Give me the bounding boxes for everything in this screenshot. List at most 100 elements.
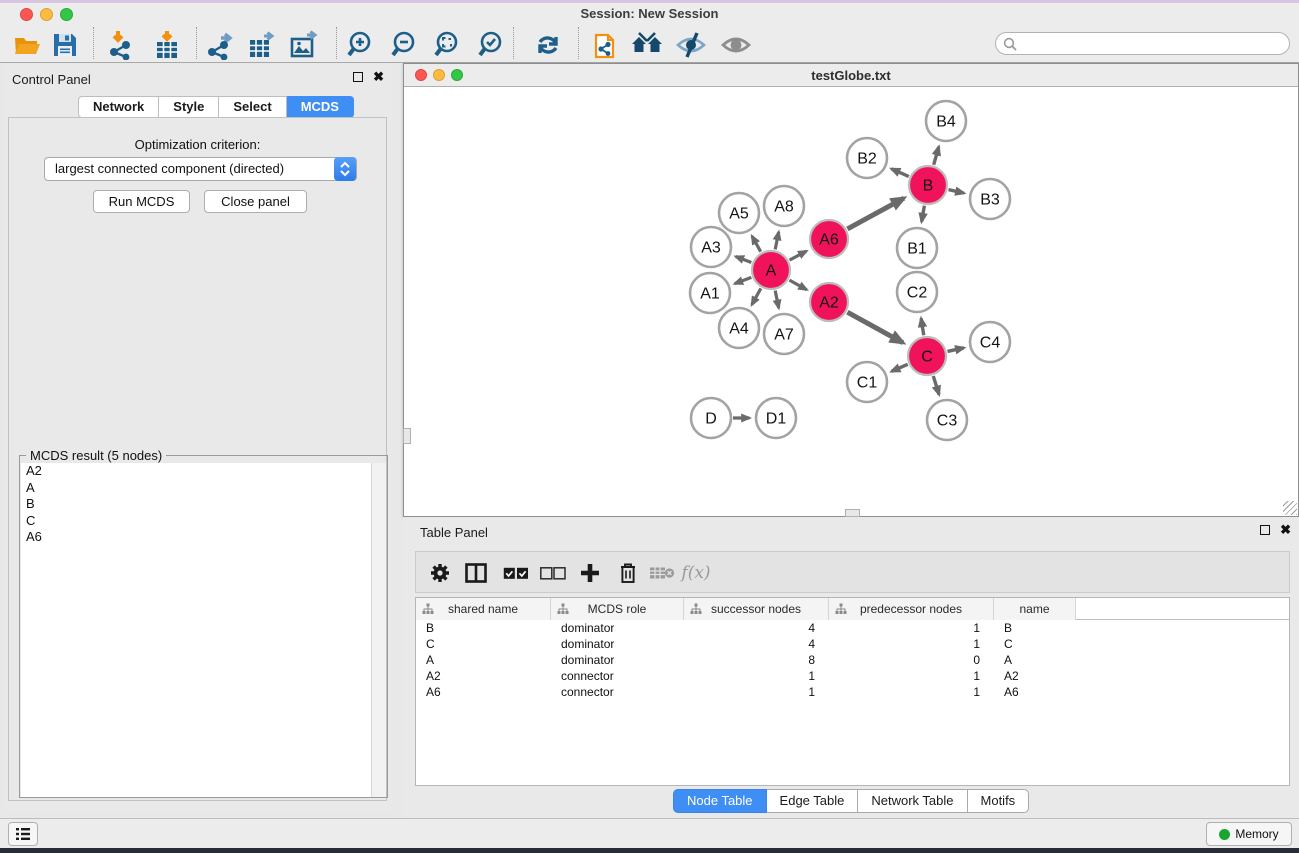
mcds-result-item[interactable]: A [21,480,372,497]
graph-node-B1[interactable]: B1 [897,228,937,268]
window-resize-grip[interactable] [1283,501,1297,515]
column-header-shared-name[interactable]: shared name [416,598,551,620]
open-session-icon[interactable] [11,30,45,60]
graph-node-C2[interactable]: C2 [897,272,937,312]
table-row[interactable]: A6connector11A6 [416,684,1289,700]
table-row[interactable]: Adominator80A [416,652,1289,668]
graph-node-A8[interactable]: A8 [764,186,804,226]
graph-edge-C-C3[interactable] [933,376,939,394]
tab-network-table[interactable]: Network Table [858,789,967,813]
first-neighbors-icon[interactable] [630,30,664,60]
graph-edge-A6-B[interactable] [847,198,903,229]
search-box[interactable] [995,32,1290,55]
graph-node-B4[interactable]: B4 [926,101,966,141]
graph-edge-A-A7[interactable] [775,291,779,308]
graph-node-C1[interactable]: C1 [847,362,887,402]
run-mcds-button[interactable]: Run MCDS [93,190,190,213]
show-column-icon[interactable] [460,558,492,588]
graph-edge-A-A1[interactable] [735,277,752,283]
hide-selected-icon[interactable] [674,30,708,60]
table-row[interactable]: Bdominator41B [416,620,1289,636]
tab-mcds[interactable]: MCDS [287,96,354,118]
graph-node-C[interactable]: C [908,337,946,375]
mcds-result-scrollbar[interactable] [371,463,386,797]
mcds-result-item[interactable]: B [21,496,372,513]
table-settings-gear-icon[interactable] [424,558,456,588]
optimization-criterion-dropdown[interactable]: largest connected component (directed) [44,157,357,181]
delete-table-icon[interactable] [646,558,678,588]
graph-edge-A-A3[interactable] [736,256,752,262]
zoom-selected-icon[interactable] [475,30,509,60]
select-all-rows-icon[interactable] [500,558,532,588]
graph-edge-B-B1[interactable] [922,206,925,222]
column-header-name[interactable]: name [994,598,1076,620]
save-session-icon[interactable] [48,30,82,60]
close-panel-icon[interactable]: ✖ [373,72,384,82]
export-image-icon[interactable] [287,30,321,60]
graph-edge-B-B3[interactable] [948,190,963,193]
deselect-all-rows-icon[interactable] [537,558,569,588]
network-minimize-button[interactable] [433,69,445,81]
graph-node-A3[interactable]: A3 [691,227,731,267]
mcds-result-item[interactable]: C [21,513,372,530]
create-column-plus-icon[interactable] [574,558,606,588]
network-canvas[interactable]: B4B2BB3A8A5A6A3B1AC2A1A2A4A7C4CC1C3DD1 [404,88,1298,516]
graph-node-D[interactable]: D [691,398,731,438]
graph-edge-C-C2[interactable] [921,318,924,335]
mcds-result-list[interactable]: A2ABCA6 [21,463,372,797]
graph-edge-A-A5[interactable] [752,236,761,252]
graph-node-A4[interactable]: A4 [719,308,759,348]
tab-node-table[interactable]: Node Table [673,789,767,813]
graph-node-B2[interactable]: B2 [847,138,887,178]
refresh-layout-icon[interactable] [531,30,565,60]
show-panels-button[interactable] [8,822,38,846]
table-row[interactable]: A2connector11A2 [416,668,1289,684]
export-network-icon[interactable] [203,30,237,60]
graph-node-A1[interactable]: A1 [690,273,730,313]
graph-edge-A2-C[interactable] [847,312,903,343]
zoom-out-icon[interactable] [388,30,422,60]
close-window-button[interactable] [20,8,33,21]
graph-edge-C-C4[interactable] [947,348,963,352]
column-header-MCDS-role[interactable]: MCDS role [551,598,684,620]
zoom-fit-icon[interactable] [431,30,465,60]
import-table-icon[interactable] [150,30,184,60]
search-input[interactable] [1022,34,1282,53]
graph-edge-A-A4[interactable] [752,288,761,304]
column-header-predecessor-nodes[interactable]: predecessor nodes [829,598,994,620]
graph-edge-A-A6[interactable] [790,251,807,260]
show-all-icon[interactable] [719,30,753,60]
close-table-panel-icon[interactable]: ✖ [1280,525,1291,535]
memory-button[interactable]: Memory [1206,822,1292,846]
tab-edge-table[interactable]: Edge Table [767,789,859,813]
float-table-panel-icon[interactable] [1260,525,1270,535]
graph-node-A[interactable]: A [752,251,790,289]
mcds-result-item[interactable]: A2 [21,463,372,480]
zoom-window-button[interactable] [60,8,73,21]
table-row[interactable]: Cdominator41C [416,636,1289,652]
minimize-window-button[interactable] [40,8,53,21]
graph-node-B[interactable]: B [909,166,947,204]
float-panel-icon[interactable] [353,72,363,82]
graph-edge-C-C1[interactable] [892,364,908,371]
tab-motifs[interactable]: Motifs [968,789,1030,813]
graph-node-D1[interactable]: D1 [756,398,796,438]
mcds-result-item[interactable]: A6 [21,529,372,546]
graph-edge-A-A2[interactable] [789,280,806,290]
graph-node-C3[interactable]: C3 [927,400,967,440]
delete-column-trash-icon[interactable] [612,558,644,588]
network-close-button[interactable] [415,69,427,81]
graph-node-A2[interactable]: A2 [810,283,848,321]
tab-style[interactable]: Style [159,96,219,118]
export-table-icon[interactable] [245,30,279,60]
network-zoom-button[interactable] [451,69,463,81]
close-panel-button[interactable]: Close panel [204,190,307,213]
graph-node-C4[interactable]: C4 [970,322,1010,362]
tab-network[interactable]: Network [78,96,159,118]
graph-node-B3[interactable]: B3 [970,179,1010,219]
zoom-in-icon[interactable] [344,30,378,60]
import-network-icon[interactable] [104,30,138,60]
graph-node-A7[interactable]: A7 [764,314,804,354]
graph-edge-B-B2[interactable] [891,169,908,177]
graph-edge-A-A8[interactable] [775,232,779,249]
